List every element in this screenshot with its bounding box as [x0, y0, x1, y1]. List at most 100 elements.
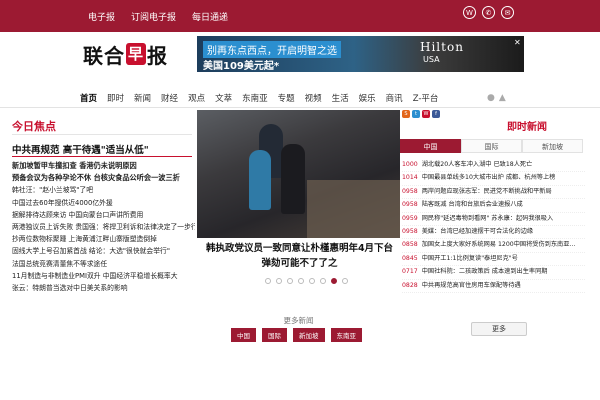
list-item[interactable]: 新加坡暂甲车撞扣查 香港仍未说明原因 — [12, 160, 195, 172]
list-item[interactable]: 0717 中国社科院：二孩政策后 成本速到出生率同期 — [402, 266, 585, 280]
tab-china[interactable]: 中国 — [400, 139, 461, 153]
list-item[interactable]: 0845 中国开工1:1比例复读"泰坦尼克"号 — [402, 253, 585, 267]
focus-title: 今日焦点 — [12, 120, 56, 133]
carousel-dot[interactable] — [309, 278, 315, 284]
list-item[interactable]: 0958 陆客既减 台湾和台旅后会业速报八成 — [402, 199, 585, 213]
top-link-epaper[interactable]: 电子报 — [88, 10, 115, 23]
feed-time: 0717 — [402, 268, 418, 276]
carousel-dot[interactable] — [265, 278, 271, 284]
feature-photo[interactable] — [197, 110, 400, 238]
list-item[interactable]: 韩社汪："赵小兰坡骂"了吧 — [12, 184, 195, 196]
carousel-dot[interactable] — [276, 278, 282, 284]
realtime-column: S t W f 即时新闻 中国 国际 新加坡 1000 湖北载20人客车冲入湖中 … — [400, 110, 600, 400]
nav-item-home[interactable]: 首页 — [80, 92, 97, 104]
nav-item-realtime[interactable]: 即时 — [107, 92, 124, 104]
photo-rubble — [307, 180, 400, 238]
banner-ad[interactable]: 别再东点西点，开启明智之选 美国109美元起* Hilton USA ✕ — [197, 36, 524, 72]
realtime-tabs: 中国 国际 新加坡 — [400, 139, 583, 153]
list-item[interactable]: 固线大学上号召加紧首战 结论：大选"很快就会举行" — [12, 245, 195, 257]
ad-close-icon[interactable]: ✕ — [514, 38, 521, 47]
feed-text: 湖北载20人客车冲入湖中 已致18人死亡 — [421, 161, 533, 168]
share-icon[interactable]: f — [432, 110, 440, 118]
nav-item-sea[interactable]: 东南亚 — [242, 92, 268, 104]
nav-item-finance[interactable]: 财经 — [161, 92, 178, 104]
share-icon[interactable]: W — [422, 110, 430, 118]
share-icon[interactable]: t — [412, 110, 420, 118]
list-item[interactable]: 0828 中共再规范高官住房用车保配等待遇 — [402, 280, 585, 294]
logo-text-part1: 联合 — [83, 43, 125, 68]
list-item[interactable]: 1014 中国最县单线多10大城市出炉 成都、杭州等上榜 — [402, 172, 585, 186]
feed-time: 1000 — [402, 161, 418, 168]
nav-item-opinion[interactable]: 观点 — [188, 92, 205, 104]
apple-icon[interactable]: ● — [487, 93, 495, 103]
list-item[interactable]: 0958 两岸问题应现张志军：民进党不断挑战和平新局 — [402, 186, 585, 200]
tag-international[interactable]: 国际 — [262, 328, 287, 342]
nav-item-special[interactable]: 专题 — [278, 92, 295, 104]
carousel-dots — [265, 278, 348, 284]
feed-time: 0845 — [402, 254, 418, 262]
list-item[interactable]: 预备会议为各种孕论不休 台核灾食品公听会一波三折 — [12, 172, 195, 184]
feed-text: 两岸问题应现张志军：民进党不断挑战和平新局 — [421, 187, 552, 195]
tab-international[interactable]: 国际 — [461, 139, 522, 153]
chat-icon[interactable]: ✉ — [501, 6, 514, 19]
carousel-dot-active[interactable] — [331, 278, 337, 284]
list-item[interactable]: 法国总统竞赛清董焦不等求途任 — [12, 258, 195, 270]
share-icon[interactable]: S — [402, 110, 410, 118]
list-item[interactable]: 中国过去60年搜供近4000亿外援 — [12, 197, 195, 209]
feed-text: 中国社科院：二孩政策后 成本速到出生率同期 — [421, 268, 548, 276]
android-icon[interactable]: ▲ — [499, 93, 506, 103]
feed-text: 中国开工1:1比例复读"泰坦尼克"号 — [421, 254, 518, 262]
focus-lead-headline[interactable]: 中共再规范 高干待遇"适当从低" — [12, 142, 149, 156]
list-item[interactable]: 两港独议员上诉失败 贵国强：将捍卫利诉和法律决定了一步行动 — [12, 221, 195, 233]
top-link-subscribe[interactable]: 订阅电子报 — [131, 10, 176, 23]
nav-item-life[interactable]: 生活 — [332, 92, 349, 104]
list-item[interactable]: 抄两位数物标聚踵 上海黄浦江畔山寨版塑造倒掉 — [12, 233, 195, 245]
carousel-dot[interactable] — [298, 278, 304, 284]
nav-item-business[interactable]: 商讯 — [386, 92, 403, 104]
more-button[interactable]: 更多 — [471, 322, 527, 336]
list-item[interactable]: 11月制造与非制造业PMI双升 中国经济平稳增长概率大 — [12, 270, 195, 282]
photo-figure — [281, 144, 305, 214]
nav-item-digest[interactable]: 文萃 — [215, 92, 232, 104]
carousel-dot[interactable] — [320, 278, 326, 284]
site-logo[interactable]: 联合早报 — [83, 40, 183, 68]
app-icons: ● ▲ — [487, 93, 506, 103]
photo-figure — [249, 150, 271, 210]
focus-column: 今日焦点 中共再规范 高干待遇"适当从低" 新加坡暂甲车撞扣查 香港仍未说明原因… — [0, 110, 195, 400]
nav-item-entertainment[interactable]: 娱乐 — [359, 92, 376, 104]
feed-text: 中共再规范高官住房用车保配等待遇 — [421, 281, 521, 289]
tag-sea[interactable]: 东南亚 — [330, 328, 362, 342]
list-item[interactable]: 张云：特朗普当选对中日美关系的影响 — [12, 282, 195, 294]
list-item[interactable]: 0858 加国女上度大家好系统网易 1200中国将受伤到东南亚... — [402, 239, 585, 253]
list-item[interactable]: 据解排待达顾来访 中国向蒙台口声讲所费用 — [12, 209, 195, 221]
carousel-dot[interactable] — [342, 278, 348, 284]
weibo-icon[interactable]: W — [463, 6, 476, 19]
ad-brand-sub: USA — [423, 55, 440, 64]
top-links: 电子报 订阅电子报 每日通递 — [88, 10, 228, 23]
nav-item-zplatform[interactable]: Z-平台 — [413, 92, 439, 104]
tag-china[interactable]: 中国 — [231, 328, 256, 342]
share-icons: S t W f — [402, 110, 440, 118]
feed-text: 中国最县单线多10大城市出炉 成都、杭州等上榜 — [421, 174, 556, 182]
focus-news-list: 新加坡暂甲车撞扣查 香港仍未说明原因 预备会议为各种孕论不休 台核灾食品公听会一… — [12, 160, 195, 294]
feed-time: 1014 — [402, 174, 418, 182]
tag-singapore[interactable]: 新加坡 — [293, 328, 325, 342]
logo-text-part2: 报 — [147, 43, 168, 68]
social-icons: W ✆ ✉ — [463, 6, 514, 19]
realtime-title: 即时新闻 — [507, 122, 547, 133]
carousel-dot[interactable] — [287, 278, 293, 284]
nav-item-news[interactable]: 新闻 — [134, 92, 151, 104]
list-item[interactable]: 1000 湖北载20人客车冲入湖中 已致18人死亡 — [402, 159, 585, 173]
feed-text: 加国女上度大家好系统网易 1200中国将受伤到东南亚... — [421, 241, 576, 249]
top-link-daily[interactable]: 每日通递 — [192, 10, 228, 23]
nav-item-video[interactable]: 视频 — [305, 92, 322, 104]
tab-singapore[interactable]: 新加坡 — [522, 139, 583, 153]
feed-time: 0958 — [402, 201, 418, 209]
wechat-icon[interactable]: ✆ — [482, 6, 495, 19]
list-item[interactable]: 0959 网民称"延迟毒物到看网" 苏永康：起码我很吸入 — [402, 213, 585, 227]
list-item[interactable]: 0958 美媒：台湾已经加速摆干可合法化的边缘 — [402, 226, 585, 240]
feature-headline[interactable]: 韩执政党议员一致同意让朴槿惠明年4月下台 弹劾可能不了了之 — [203, 241, 396, 271]
feed-time: 0958 — [402, 187, 418, 195]
feed-time: 0828 — [402, 281, 418, 289]
divider — [12, 134, 192, 135]
